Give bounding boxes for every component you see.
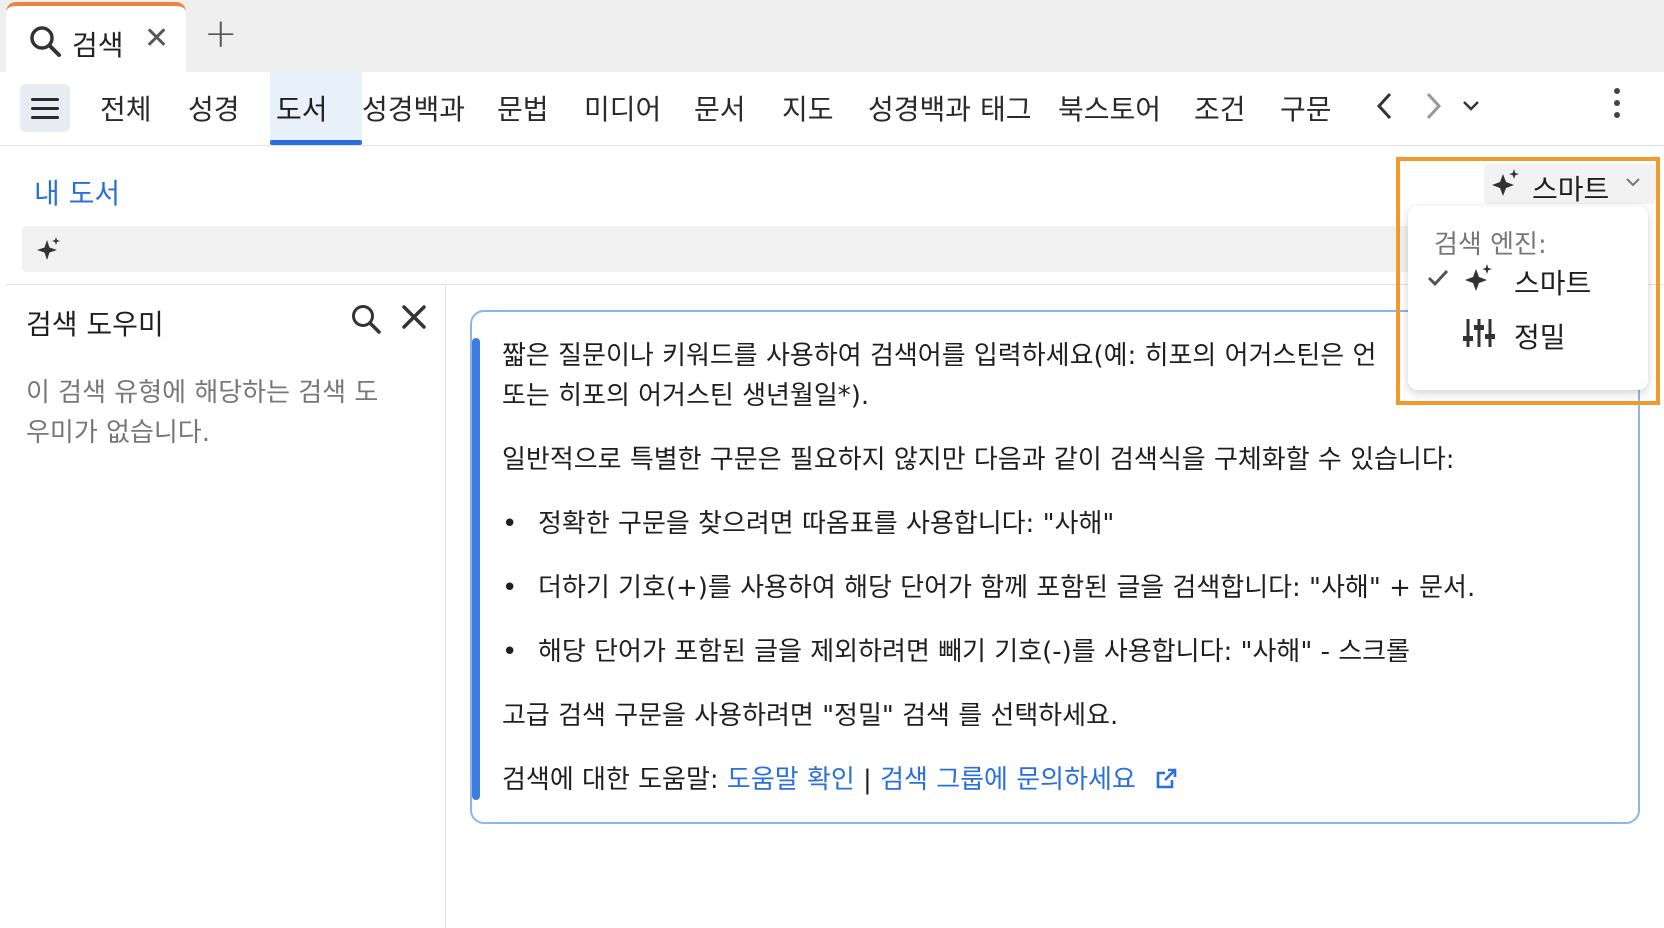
- help-links-line: 검색에 대한 도움말: 도움말 확인 | 검색 그룹에 문의하세요: [502, 760, 1622, 800]
- help-accent-bar: [472, 338, 480, 800]
- engine-option-precise[interactable]: 정밀: [1426, 314, 1636, 354]
- nav-item-bible[interactable]: 성경: [188, 88, 240, 128]
- engine-menu: 검색 엔진: 스마트 정밀: [1408, 206, 1648, 390]
- help-body: 짧은 질문이나 키워드를 사용하여 검색어를 입력하세요(예: 히포의 어거스틴…: [502, 336, 1622, 822]
- tab-title: 검색: [72, 29, 124, 62]
- chevron-down-icon[interactable]: [1460, 98, 1482, 114]
- help-separator: |: [854, 765, 881, 795]
- chevron-left-icon[interactable]: [1374, 90, 1396, 122]
- close-icon[interactable]: [400, 303, 428, 331]
- help-prefix: 검색에 대한 도움말:: [502, 765, 727, 795]
- tab-search[interactable]: 검색 ✕: [6, 2, 186, 72]
- chevron-down-icon: [1626, 178, 1640, 187]
- more-options-icon[interactable]: [1614, 88, 1622, 122]
- new-tab-button[interactable]: +: [204, 14, 238, 54]
- tab-close-button[interactable]: ✕: [144, 22, 169, 56]
- engine-selected-label: 스마트: [1532, 173, 1610, 206]
- sparkle-icon: [1492, 169, 1519, 196]
- search-icon[interactable]: [350, 303, 382, 335]
- help-general: 일반적으로 특별한 구문은 필요하지 않지만 다음과 같이 검색식을 구체화할 …: [502, 445, 1455, 475]
- sliders-icon: [1463, 319, 1495, 347]
- nav-item-documents[interactable]: 문서: [694, 88, 746, 128]
- nav-item-grammar[interactable]: 문법: [497, 88, 549, 128]
- nav-item-factbook-tags[interactable]: 성경백과 태그: [868, 88, 1031, 128]
- category-nav: 전체 성경 도서 성경백과 문법 미디어 문서 지도 성경백과 태그 북스토어 …: [0, 72, 1664, 146]
- nav-item-conditions[interactable]: 조건: [1194, 88, 1246, 128]
- nav-item-bookstore[interactable]: 북스토어: [1058, 88, 1161, 128]
- list-item: 해당 단어가 포함된 글을 제외하려면 빼기 기호(-)를 사용합니다: "사해…: [502, 632, 1622, 672]
- nav-item-syntax[interactable]: 구문: [1280, 88, 1332, 128]
- engine-option-label: 정밀: [1514, 321, 1566, 354]
- nav-active-indicator: [270, 140, 362, 145]
- engine-option-smart[interactable]: 스마트: [1426, 260, 1636, 300]
- assistant-empty-message: 이 검색 유형에 해당하는 검색 도우미가 없습니다.: [26, 378, 379, 448]
- nav-item-maps[interactable]: 지도: [782, 88, 834, 128]
- external-link-icon[interactable]: [1154, 767, 1178, 791]
- help-tips-list: 정확한 구문을 찾으려면 따옴표를 사용합니다: "사해" 더하기 기호(+)를…: [502, 504, 1622, 672]
- nav-item-media[interactable]: 미디어: [584, 88, 661, 128]
- chevron-right-icon[interactable]: [1422, 90, 1444, 122]
- sparkle-icon: [37, 237, 60, 260]
- nav-item-books[interactable]: 도서: [276, 88, 328, 128]
- engine-option-label: 스마트: [1514, 267, 1592, 300]
- help-link[interactable]: 도움말 확인: [727, 765, 855, 795]
- hamburger-menu-button[interactable]: [20, 84, 70, 132]
- search-engine-dropdown[interactable]: 스마트: [1484, 164, 1656, 206]
- my-books-link[interactable]: 내 도서: [34, 172, 120, 212]
- nav-item-all[interactable]: 전체: [100, 88, 152, 128]
- help-intro-line1: 짧은 질문이나 키워드를 사용하여 검색어를 입력하세요(예: 히포의 어거스틴…: [502, 341, 1377, 371]
- search-assistant-panel: 검색 도우미 이 검색 유형에 해당하는 검색 도우미가 없습니다.: [6, 285, 446, 928]
- check-icon: [1427, 269, 1449, 287]
- sparkle-icon: [1465, 264, 1492, 291]
- list-item: 더하기 기호(+)를 사용하여 해당 단어가 함께 포함된 글을 검색합니다: …: [502, 568, 1622, 608]
- engine-menu-header: 검색 엔진:: [1434, 230, 1547, 260]
- list-item: 정확한 구문을 찾으려면 따옴표를 사용합니다: "사해": [502, 504, 1622, 544]
- search-icon: [30, 26, 61, 57]
- help-advanced: 고급 검색 구문을 사용하려면 "정밀" 검색 를 선택하세요.: [502, 701, 1119, 731]
- assistant-title: 검색 도우미: [26, 308, 164, 341]
- group-contact-link[interactable]: 검색 그룹에 문의하세요: [880, 765, 1136, 795]
- nav-item-factbook[interactable]: 성경백과: [362, 88, 465, 128]
- search-input[interactable]: [22, 226, 1422, 272]
- tab-strip: 검색 ✕ +: [0, 0, 1664, 72]
- help-intro-line2: 또는 히포의 어거스틴 생년월일*).: [502, 381, 870, 411]
